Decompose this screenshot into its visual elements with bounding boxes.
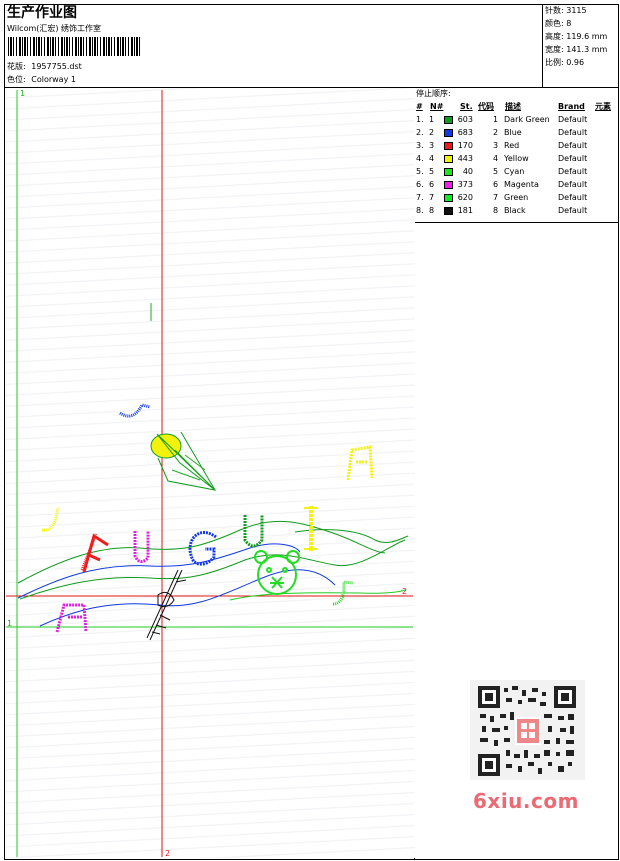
axis-label-v1-left: 1: [7, 619, 12, 628]
letter-i: [304, 506, 318, 551]
wave-dark-green-upper: [17, 520, 386, 584]
watermark-text: 6xiu.com: [473, 789, 579, 813]
qr-code: [478, 686, 576, 776]
axis-label-v2-bottom: 2: [165, 849, 170, 858]
yellow-char-right: [346, 445, 374, 481]
letter-u-green: [243, 515, 264, 548]
cone-shape: [150, 431, 216, 491]
letter-g: [188, 531, 217, 566]
axis-label-v1-top: 1: [20, 89, 25, 98]
magenta-char: [55, 603, 88, 633]
blue-swoosh: [119, 403, 151, 418]
letter-f: [80, 533, 109, 573]
letter-u-magenta: [133, 531, 150, 563]
yellow-squiggle-left: [41, 507, 60, 532]
axis-label-h2-right: 2: [402, 587, 407, 596]
wave-green-bottom: [229, 589, 406, 601]
